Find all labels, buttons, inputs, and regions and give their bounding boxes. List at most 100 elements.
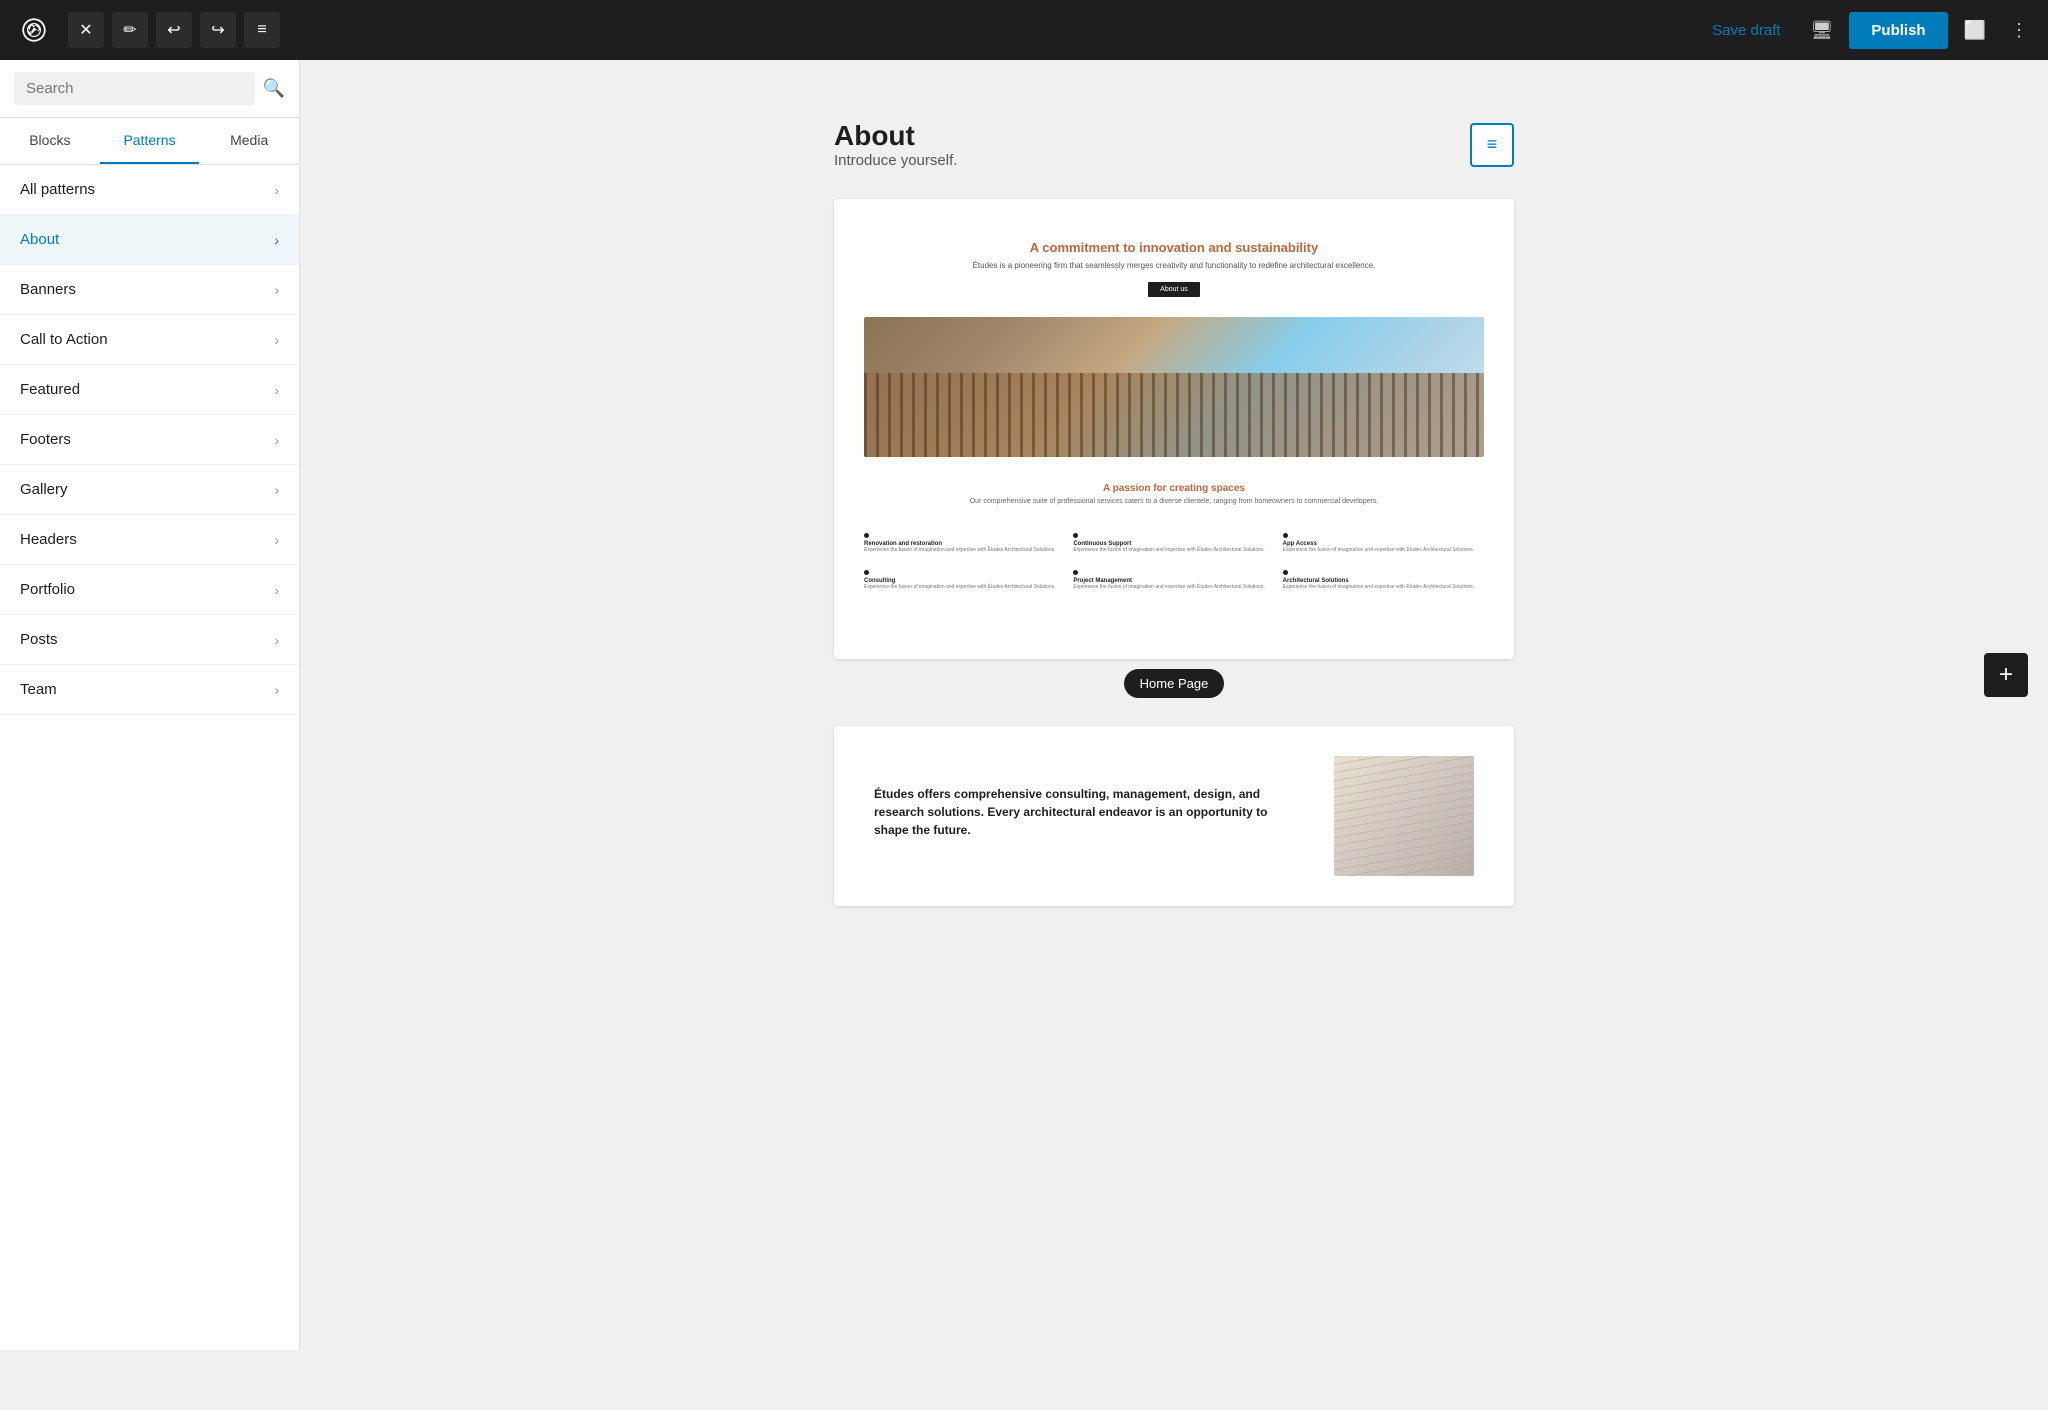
service-text: Experience the fusion of imagination and…: [1283, 547, 1484, 554]
page-title: About: [834, 120, 1470, 152]
wordpress-icon: [20, 16, 48, 44]
service-dot: [1073, 570, 1078, 575]
mock-site-2-heading: Études offers comprehensive consulting, …: [874, 785, 1304, 839]
layout-icon: ≡: [1487, 134, 1498, 155]
list-icon: ≡: [257, 21, 266, 39]
add-block-button[interactable]: +: [1984, 653, 2028, 697]
chevron-icon: ›: [274, 232, 279, 248]
redo-icon: ↪: [211, 20, 224, 40]
sidebar-item-about[interactable]: About ›: [0, 215, 299, 265]
undo-button[interactable]: ↩: [156, 12, 192, 48]
chevron-icon: ›: [274, 482, 279, 498]
close-icon: ✕: [79, 20, 92, 40]
sidebar-item-portfolio[interactable]: Portfolio ›: [0, 565, 299, 615]
service-text: Experience the fusion of imagination and…: [1283, 584, 1484, 591]
sidebar-item-featured[interactable]: Featured ›: [0, 365, 299, 415]
service-text: Experience the fusion of imagination and…: [1073, 584, 1274, 591]
tab-patterns[interactable]: Patterns: [100, 118, 200, 164]
ellipsis-icon: ⋮: [2010, 20, 2028, 41]
mock-hero-sub: Études is a pioneering firm that seamles…: [864, 261, 1484, 270]
service-dot: [864, 533, 869, 538]
sidebar-item-banners[interactable]: Banners ›: [0, 265, 299, 315]
sidebar-item-posts[interactable]: Posts ›: [0, 615, 299, 665]
view-button[interactable]: 🖥: [1803, 12, 1842, 49]
pattern-preview-1: A commitment to innovation and sustainab…: [834, 199, 1514, 659]
mock-passion: A passion for creating spaces Our compre…: [864, 467, 1484, 523]
service-item-2: App Access Experience the fusion of imag…: [1283, 529, 1484, 558]
service-dot: [1283, 570, 1288, 575]
nav-label: Headers: [20, 531, 77, 548]
search-box: 🔍: [0, 60, 299, 118]
sidebar-item-gallery[interactable]: Gallery ›: [0, 465, 299, 515]
chevron-icon: ›: [274, 432, 279, 448]
sidebar-item-team[interactable]: Team ›: [0, 665, 299, 715]
list-view-button[interactable]: ≡: [244, 12, 280, 48]
mock-hero: A commitment to innovation and sustainab…: [864, 219, 1484, 307]
publish-button[interactable]: Publish: [1849, 12, 1947, 49]
chevron-icon: ›: [274, 182, 279, 198]
mock-services-grid: Renovation and restoration Experience th…: [864, 529, 1484, 595]
service-text: Experience the fusion of imagination and…: [864, 584, 1065, 591]
mock-hero-title: A commitment to innovation and sustainab…: [864, 239, 1484, 257]
service-item-3: Consulting Experience the fusion of imag…: [864, 566, 1065, 595]
nav-label: Team: [20, 681, 57, 698]
sidebar-item-call-to-action[interactable]: Call to Action ›: [0, 315, 299, 365]
service-item-4: Project Management Experience the fusion…: [1073, 566, 1274, 595]
close-button[interactable]: ✕: [68, 12, 104, 48]
page-header: About Introduce yourself. ≡: [834, 100, 1514, 179]
chevron-icon: ›: [274, 532, 279, 548]
undo-icon: ↩: [167, 20, 180, 40]
layout-icon-button[interactable]: ≡: [1470, 123, 1514, 167]
chevron-icon: ›: [274, 332, 279, 348]
nav-label: Gallery: [20, 481, 68, 498]
wp-logo: [12, 8, 56, 52]
nav-label: About: [20, 231, 59, 248]
chevron-icon: ›: [274, 582, 279, 598]
sidebar-item-all-patterns[interactable]: All patterns ›: [0, 165, 299, 215]
redo-button[interactable]: ↪: [200, 12, 236, 48]
pattern-card-1[interactable]: A commitment to innovation and sustainab…: [834, 199, 1514, 659]
mock-site-2-image: [1334, 756, 1474, 876]
mock-site-preview: A commitment to innovation and sustainab…: [834, 199, 1514, 615]
building-lines: [864, 373, 1484, 457]
sidebar: 🔍 Blocks Patterns Media All patterns › A…: [0, 60, 300, 1350]
page-header-text: About Introduce yourself.: [834, 120, 1470, 169]
pattern-card-2[interactable]: Études offers comprehensive consulting, …: [834, 726, 1514, 906]
edit-button[interactable]: ✏: [112, 12, 148, 48]
search-icon[interactable]: 🔍: [263, 78, 285, 99]
sidebar-icon: ⬜: [1964, 20, 1986, 41]
badge-container: Home Page: [834, 669, 1514, 706]
tab-blocks[interactable]: Blocks: [0, 118, 100, 164]
search-input[interactable]: [14, 72, 255, 105]
nav-label: Banners: [20, 281, 76, 298]
mock-hero-btn: About us: [1148, 282, 1200, 297]
mock-site-2-text: Études offers comprehensive consulting, …: [874, 756, 1304, 876]
save-draft-button[interactable]: Save draft: [1698, 14, 1794, 47]
mock-passion-sub: Our comprehensive suite of professional …: [864, 498, 1484, 505]
sidebar-toggle-button[interactable]: ⬜: [1956, 12, 1994, 49]
sidebar-item-headers[interactable]: Headers ›: [0, 515, 299, 565]
service-dot: [864, 570, 869, 575]
arch-lines: [1334, 756, 1474, 876]
mock-site-2-preview: Études offers comprehensive consulting, …: [834, 726, 1514, 906]
edit-icon: ✏: [123, 20, 136, 40]
pattern-badge: Home Page: [1124, 669, 1225, 698]
chevron-icon: ›: [274, 382, 279, 398]
service-item-1: Continuous Support Experience the fusion…: [1073, 529, 1274, 558]
nav-label: Portfolio: [20, 581, 75, 598]
sidebar-item-footers[interactable]: Footers ›: [0, 415, 299, 465]
nav-label: Featured: [20, 381, 80, 398]
nav-label: Posts: [20, 631, 58, 648]
more-options-button[interactable]: ⋮: [2002, 12, 2036, 49]
service-dot: [1283, 533, 1288, 538]
toolbar: ✕ ✏ ↩ ↪ ≡ Save draft 🖥 Publish ⬜ ⋮: [0, 0, 2048, 60]
service-item-0: Renovation and restoration Experience th…: [864, 529, 1065, 558]
nav-list: All patterns › About › Banners › Call to…: [0, 165, 299, 1350]
main-content: About Introduce yourself. ≡ A commitment…: [300, 60, 2048, 1350]
nav-label: Footers: [20, 431, 71, 448]
chevron-icon: ›: [274, 632, 279, 648]
tabs: Blocks Patterns Media: [0, 118, 299, 165]
service-text: Experience the fusion of imagination and…: [1073, 547, 1274, 554]
tab-media[interactable]: Media: [199, 118, 299, 164]
mock-building-image: [864, 317, 1484, 457]
